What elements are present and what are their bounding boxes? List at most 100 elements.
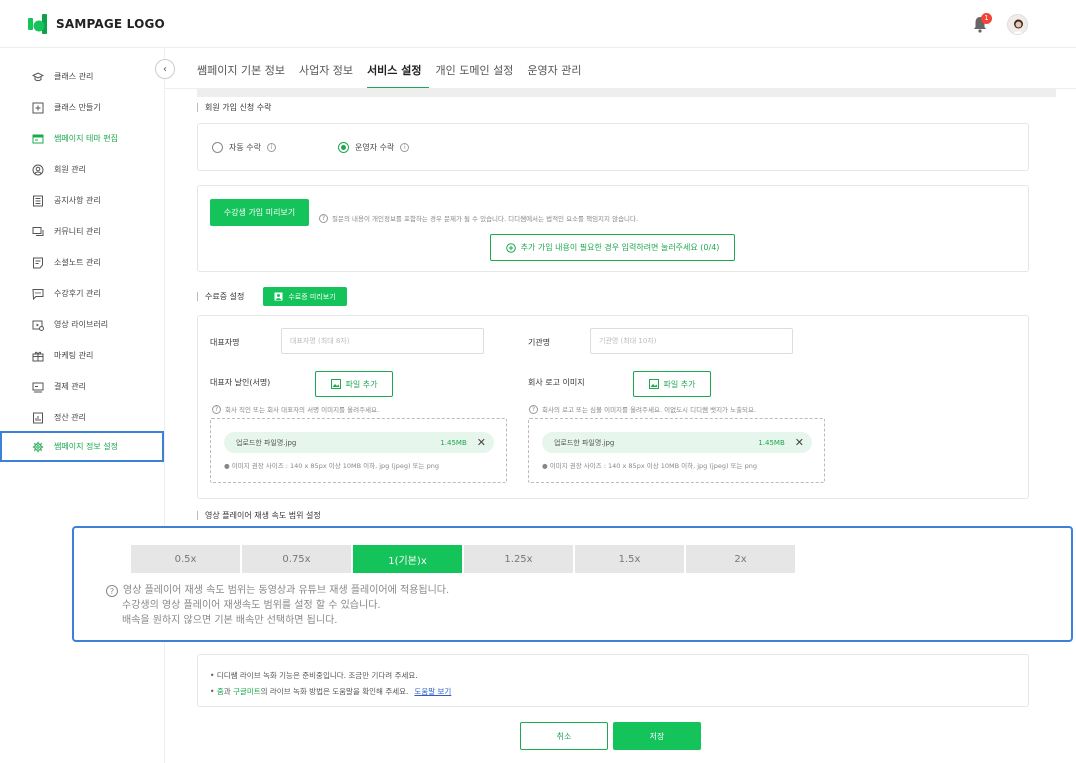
auto-accept-label: 자동 수락	[229, 143, 261, 152]
file-size: 1.45MB	[440, 438, 467, 447]
cancel-button[interactable]: 취소	[520, 722, 608, 750]
plus-circle-icon	[505, 242, 516, 253]
sidebar-item-label: 쌤페이지 테마 편집	[54, 134, 118, 143]
radio-circle	[212, 142, 223, 153]
avatar[interactable]	[1007, 14, 1028, 35]
sidebar-item-create-class[interactable]: 클래스 만들기	[0, 92, 165, 123]
list-doc-icon	[33, 195, 43, 206]
certificate-section-title: 수료증 설정	[197, 292, 244, 301]
save-button[interactable]: 저장	[613, 722, 701, 750]
org-name-input[interactable]: 기관명 (최대 10자)	[590, 328, 793, 354]
speed-option-1x[interactable]: 1(기본)x	[353, 545, 462, 573]
tab-basic-info[interactable]: 쌤페이지 기본 정보	[197, 48, 292, 89]
sidebar-item-theme-edit[interactable]: 쌤페이지 테마 편집	[0, 123, 165, 154]
tab-bar: 쌤페이지 기본 정보 사업자 정보 서비스 설정 개인 도메인 설정 운영자 관…	[197, 48, 595, 89]
sidebar-item-label: 쌤페이지 정보 설정	[54, 442, 118, 451]
logo-file-add-label: 파일 추가	[663, 379, 696, 389]
chart-doc-icon	[33, 412, 43, 423]
sidebar-item-label: 회원 관리	[54, 165, 86, 174]
question-icon: ?	[106, 584, 118, 597]
operator-accept-label: 운영자 수락	[355, 143, 395, 152]
signup-hint-text: 질문의 내용이 개인정보를 포함하는 경우 문제가 될 수 있습니다. 디디쌤에…	[332, 215, 639, 223]
logo[interactable]: SAMPAGE LOGO	[28, 14, 165, 34]
tab-operator-management[interactable]: 운영자 관리	[527, 48, 588, 89]
sidebar-item-page-settings[interactable]: 쌤페이지 정보 설정	[0, 431, 164, 462]
sidebar-item-label: 마케팅 관리	[54, 351, 94, 360]
rep-name-input[interactable]: 대표자명 (최대 8자)	[281, 328, 484, 354]
student-signup-preview-button[interactable]: 수강생 가입 미리보기	[210, 199, 309, 226]
chevron-left-icon: ‹	[163, 63, 167, 75]
add-square-icon	[32, 102, 44, 113]
note-icon	[33, 257, 43, 268]
logo-hint-text: 회사의 로고 또는 심볼 이미지를 올려주세요. 이없도시 디디쌤 뱃지가 노출…	[542, 406, 757, 414]
graduation-cap-icon	[32, 71, 44, 81]
seal-file-add-button[interactable]: 파일 추가	[315, 371, 393, 397]
speed-option-0-5x[interactable]: 0.5x	[131, 545, 240, 573]
file-name: 업로드한 파일명.jpg	[236, 438, 297, 447]
signup-accept-box: 자동 수락 i 운영자 수락 i	[197, 123, 1029, 171]
add-signup-field-label: 추가 가입 내용이 필요한 경우 입력하려면 눌러주세요 (0/4)	[520, 243, 720, 252]
sidebar-item-class-management[interactable]: 클래스 관리	[0, 61, 165, 92]
sidebar-item-label: 결제 관리	[54, 382, 86, 391]
logo-file-add-button[interactable]: 파일 추가	[633, 371, 711, 397]
seal-hint-text: 회사 직인 또는 회사 대표자의 서명 이미지를 올려주세요.	[225, 406, 380, 414]
operator-accept-radio[interactable]: 운영자 수락 i	[338, 142, 410, 153]
top-header: SAMPAGE LOGO 1	[0, 0, 1076, 48]
help-link[interactable]: 도움말 보기	[414, 687, 451, 696]
logo-image-label: 회사 로고 이미지	[528, 378, 585, 387]
gear-icon	[32, 441, 44, 452]
user-circle-icon	[32, 164, 44, 175]
sidebar-item-video-library[interactable]: 영상 라이브러리	[0, 309, 165, 340]
speed-option-2x[interactable]: 2x	[686, 545, 795, 573]
info-icon[interactable]: i	[400, 143, 410, 152]
sidebar-item-marketing[interactable]: 마케팅 관리	[0, 340, 165, 371]
speed-notes: ? 영상 플레이어 재생 속도 범위는 동영상과 유튜브 재생 플레이어에 적용…	[106, 583, 449, 628]
tab-service-settings[interactable]: 서비스 설정	[367, 48, 429, 89]
meet-highlight: 구글미트	[233, 687, 261, 696]
close-icon[interactable]: ✕	[795, 436, 804, 449]
notification-badge: 1	[981, 13, 992, 24]
speed-option-1-5x[interactable]: 1.5x	[575, 545, 684, 573]
info-icon[interactable]: i	[266, 143, 276, 152]
sidebar-item-notices[interactable]: 공지사항 관리	[0, 185, 165, 216]
sidebar: 클래스 관리 클래스 만들기 쌤페이지 테마 편집 회원 관리 공지사항 관리 …	[0, 48, 165, 763]
tab-business-info[interactable]: 사업자 정보	[299, 48, 360, 89]
notice-line-1: • 디디쌤 라이브 녹화 기능은 준비중입니다. 조금만 기다려 주세요.	[210, 671, 418, 680]
sidebar-item-community[interactable]: 커뮤니티 관리	[0, 216, 165, 247]
certificate-preview-button[interactable]: 수료증 미리보기	[263, 287, 347, 306]
question-icon: ?	[212, 404, 221, 414]
avatar-person-icon	[1008, 15, 1027, 34]
speed-note-line: 배속을 원하지 않으면 기본 배속만 선택하면 됩니다.	[122, 615, 338, 626]
file-size: 1.45MB	[758, 438, 785, 447]
certificate-icon	[274, 292, 283, 301]
seal-file-note: ● 이미지 권장 사이즈 : 140 x 85px 이상 10MB 이하, jp…	[224, 462, 439, 470]
scroll-shadow	[197, 89, 1056, 97]
close-icon[interactable]: ✕	[477, 436, 486, 449]
logo-file-chip: 업로드한 파일명.jpg 1.45MB ✕	[542, 432, 812, 453]
sidebar-item-label: 영상 라이브러리	[54, 320, 109, 329]
zoom-highlight: 줌	[216, 687, 224, 696]
sidebar-item-label: 클래스 관리	[54, 72, 94, 81]
sidebar-item-social-notes[interactable]: 소셜노트 관리	[0, 247, 165, 278]
signup-section-title: 회원 가입 신청 수락	[197, 103, 272, 112]
question-icon: ?	[529, 404, 538, 414]
notice-bullet: •	[210, 687, 217, 696]
sidebar-item-members[interactable]: 회원 관리	[0, 154, 165, 185]
org-name-label: 기관명	[528, 338, 551, 347]
signup-hint: ? 질문의 내용이 개인정보를 포함하는 경우 문제가 될 수 있습니다. 디디…	[319, 213, 638, 223]
speed-section-title: 영상 플레이어 재생 속도 범위 설정	[197, 511, 321, 520]
sidebar-item-settlement[interactable]: 정산 관리	[0, 402, 165, 433]
gift-icon	[32, 351, 44, 361]
sidebar-item-payments[interactable]: 결제 관리	[0, 371, 165, 402]
speed-option-0-75x[interactable]: 0.75x	[242, 545, 351, 573]
auto-accept-radio[interactable]: 자동 수락 i	[212, 142, 276, 153]
sidebar-collapse-button[interactable]: ‹	[155, 59, 175, 79]
notice-line-2: • 줌과 구글미트의 라이브 녹화 방법은 도움말을 확인해 주세요. 도움말 보…	[210, 686, 451, 697]
add-signup-field-button[interactable]: 추가 가입 내용이 필요한 경우 입력하려면 눌러주세요 (0/4)	[490, 234, 735, 261]
certificate-preview-label: 수료증 미리보기	[288, 292, 336, 301]
sidebar-item-reviews[interactable]: 수강후기 관리	[0, 278, 165, 309]
speed-option-1-25x[interactable]: 1.25x	[464, 545, 573, 573]
chat-bubble-icon	[32, 226, 44, 236]
sidebar-item-label: 공지사항 관리	[54, 196, 101, 205]
tab-domain-settings[interactable]: 개인 도메인 설정	[436, 48, 521, 89]
